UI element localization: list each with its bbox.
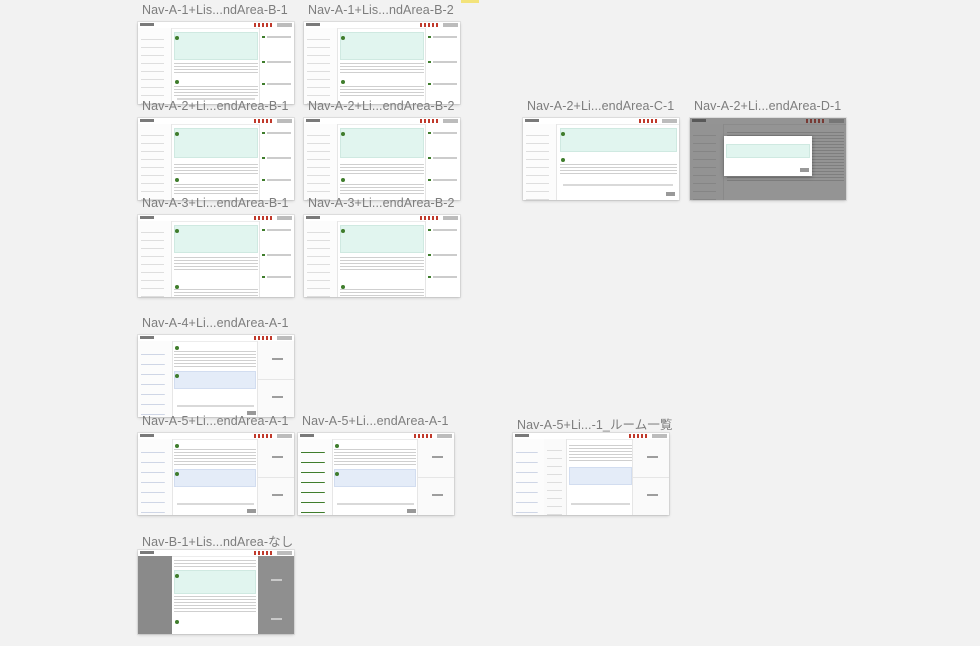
selection-marker (461, 0, 479, 3)
artboard-thumbnail[interactable] (138, 335, 294, 417)
artboard-title[interactable]: Nav-B-1+Lis...ndArea-なし (142, 531, 293, 550)
artboard-title[interactable]: Nav-A-5+Li...endArea-A-1 (302, 414, 449, 428)
artboard-nav-a-2-d-1[interactable]: Nav-A-2+Li...endArea-D-1 (690, 99, 846, 200)
artboard-thumbnail[interactable] (690, 118, 846, 200)
artboard-nav-a-4-a-1[interactable]: Nav-A-4+Li...endArea-A-1 (138, 316, 294, 417)
design-canvas[interactable]: Nav-A-1+Lis...ndArea-B-1 Nav-A-1+Lis...n… (0, 0, 980, 646)
artboard-title[interactable]: Nav-A-2+Li...endArea-C-1 (527, 99, 674, 113)
artboard-nav-a-2-b-2[interactable]: Nav-A-2+Li...endArea-B-2 (304, 99, 460, 200)
artboard-nav-a-3-b-1[interactable]: Nav-A-3+Li...endArea-B-1 (138, 196, 294, 297)
artboard-nav-a-2-c-1[interactable]: Nav-A-2+Li...endArea-C-1 (523, 99, 679, 200)
artboard-title[interactable]: Nav-A-3+Li...endArea-B-1 (142, 196, 289, 210)
artboard-thumbnail[interactable] (138, 215, 294, 297)
artboard-title[interactable]: Nav-A-1+Lis...ndArea-B-1 (142, 3, 288, 17)
artboard-thumbnail[interactable] (138, 433, 294, 515)
artboard-nav-b-1-none[interactable]: Nav-B-1+Lis...ndArea-なし (138, 535, 294, 634)
artboard-nav-a-1-b-1[interactable]: Nav-A-1+Lis...ndArea-B-1 (138, 3, 294, 104)
artboard-nav-a-5-room-list[interactable]: Nav-A-5+Li...-1_ルーム一覧 (513, 418, 672, 515)
artboard-thumbnail[interactable] (138, 118, 294, 200)
artboard-title[interactable]: Nav-A-5+Li...-1_ルーム一覧 (517, 414, 673, 433)
artboard-thumbnail[interactable] (138, 22, 294, 104)
modal-dialog[interactable] (724, 136, 812, 176)
artboard-thumbnail[interactable] (138, 550, 294, 634)
artboard-title[interactable]: Nav-A-2+Li...endArea-D-1 (694, 99, 841, 113)
artboard-thumbnail[interactable] (298, 433, 454, 515)
artboard-nav-a-5-a-1-first[interactable]: Nav-A-5+Li...endArea-A-1 (138, 414, 294, 515)
artboard-thumbnail[interactable] (513, 433, 669, 515)
artboard-title[interactable]: Nav-A-1+Lis...ndArea-B-2 (308, 3, 454, 17)
artboard-title[interactable]: Nav-A-2+Li...endArea-B-1 (142, 99, 289, 113)
artboard-thumbnail[interactable] (304, 118, 460, 200)
artboard-nav-a-1-b-2[interactable]: Nav-A-1+Lis...ndArea-B-2 (304, 3, 460, 104)
artboard-nav-a-2-b-1[interactable]: Nav-A-2+Li...endArea-B-1 (138, 99, 294, 200)
artboard-title[interactable]: Nav-A-2+Li...endArea-B-2 (308, 99, 455, 113)
artboard-title[interactable]: Nav-A-4+Li...endArea-A-1 (142, 316, 289, 330)
artboard-nav-a-5-a-1-second[interactable]: Nav-A-5+Li...endArea-A-1 (298, 414, 454, 515)
artboard-thumbnail[interactable] (523, 118, 679, 200)
artboard-nav-a-3-b-2[interactable]: Nav-A-3+Li...endArea-B-2 (304, 196, 460, 297)
artboard-title[interactable]: Nav-A-5+Li...endArea-A-1 (142, 414, 289, 428)
artboard-thumbnail[interactable] (304, 22, 460, 104)
artboard-title[interactable]: Nav-A-3+Li...endArea-B-2 (308, 196, 455, 210)
artboard-thumbnail[interactable] (304, 215, 460, 297)
